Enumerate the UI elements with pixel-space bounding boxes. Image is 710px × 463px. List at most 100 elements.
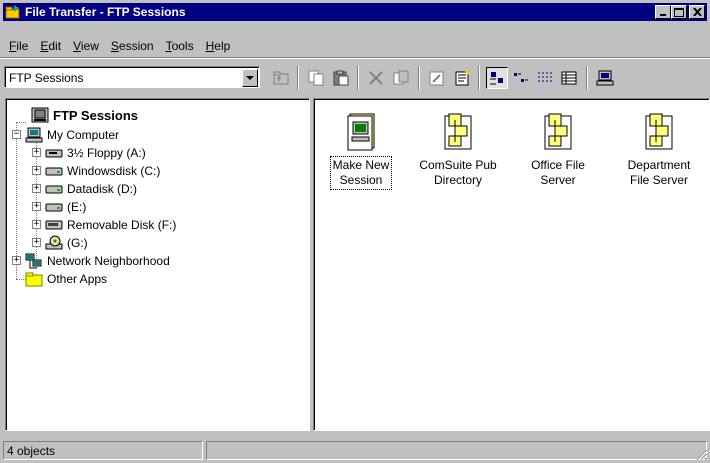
cd-drive-icon <box>45 235 63 251</box>
ftp-server-icon <box>541 112 575 152</box>
tree-label: (G:) <box>67 236 88 250</box>
title-bar[interactable]: File Transfer - FTP Sessions <box>3 3 707 21</box>
tree-item-drive-g[interactable]: (G:) <box>45 234 88 252</box>
tree-item-network[interactable]: Network Neighborhood <box>25 252 170 270</box>
menu-session[interactable]: Session <box>105 39 160 53</box>
properties-button[interactable] <box>426 67 448 89</box>
item-label: Make New Session <box>329 156 393 190</box>
menu-file[interactable]: File <box>3 39 34 53</box>
menu-help[interactable]: Help <box>200 39 237 53</box>
item-comsuite-pub-directory[interactable]: ComSuite Pub Directory <box>418 112 498 188</box>
expand-toggle[interactable]: + <box>32 238 41 247</box>
dropdown-arrow-icon[interactable] <box>242 69 258 87</box>
tree-label: Other Apps <box>47 272 108 286</box>
tree-label: (E:) <box>67 200 87 214</box>
copy-to-button[interactable] <box>390 67 412 89</box>
removable-disk-icon <box>45 217 63 233</box>
up-folder-icon <box>273 71 289 85</box>
small-icons-view-icon <box>514 73 528 82</box>
large-icons-button[interactable] <box>486 67 508 89</box>
copy-icon <box>308 70 324 86</box>
maximize-button[interactable] <box>671 5 687 19</box>
network-neighborhood-icon <box>25 253 43 269</box>
toolbar-separator <box>297 66 299 90</box>
hard-drive-icon <box>45 163 63 179</box>
list-view-button[interactable] <box>534 67 556 89</box>
item-make-new-session[interactable]: Make New Session <box>321 112 401 190</box>
copy-to-icon <box>393 70 409 85</box>
new-document-button[interactable] <box>451 67 473 89</box>
item-department-file-server[interactable]: Department File Server <box>619 112 699 188</box>
expand-toggle[interactable]: + <box>32 220 41 229</box>
tree-label: Removable Disk (F:) <box>67 218 177 232</box>
tree-item-drive-e[interactable]: (E:) <box>45 198 86 216</box>
tree-item-drive-d[interactable]: Datadisk (D:) <box>45 180 137 198</box>
toolbar-separator <box>357 66 359 90</box>
status-bar: 4 objects <box>0 440 710 463</box>
paste-icon <box>333 70 349 86</box>
my-computer-icon <box>25 127 43 143</box>
toolbar-separator <box>478 66 480 90</box>
tree-line <box>16 270 17 279</box>
location-combo[interactable]: FTP Sessions <box>4 66 260 88</box>
large-icons-view-icon <box>490 72 503 85</box>
window-title: File Transfer - FTP Sessions <box>25 5 186 19</box>
folder-icon <box>25 271 43 287</box>
expand-toggle[interactable]: + <box>32 166 41 175</box>
tree-line <box>16 122 26 123</box>
location-value: FTP Sessions <box>9 71 84 85</box>
toolbar-separator <box>586 66 588 90</box>
menu-bar: File Edit View Session Tools Help <box>3 36 236 55</box>
menu-edit[interactable]: Edit <box>34 39 67 53</box>
close-button[interactable] <box>689 5 705 19</box>
contents-pane[interactable]: Make NewSession ComSuite PubDirectory <box>313 98 710 431</box>
up-folder-button[interactable] <box>270 67 292 89</box>
expand-toggle[interactable]: + <box>32 148 41 157</box>
tree-item-drive-c[interactable]: Windowsdisk (C:) <box>45 162 160 180</box>
small-icons-button[interactable] <box>510 67 532 89</box>
status-panel <box>206 441 707 460</box>
tree-label: Datadisk (D:) <box>67 182 138 196</box>
delete-button[interactable] <box>365 67 387 89</box>
expand-toggle[interactable]: + <box>12 256 21 265</box>
tree-label: My Computer <box>47 128 120 142</box>
item-label: Department File Server <box>627 158 691 187</box>
details-view-button[interactable] <box>558 67 580 89</box>
connect-button[interactable] <box>594 67 616 89</box>
tree-line <box>16 122 17 270</box>
paste-button[interactable] <box>330 67 352 89</box>
hard-drive-icon <box>45 181 63 197</box>
properties-icon <box>429 71 444 86</box>
ftp-server-icon <box>642 112 676 152</box>
tree-item-my-computer[interactable]: My Computer <box>25 126 119 144</box>
menu-tools[interactable]: Tools <box>160 39 200 53</box>
collapse-toggle[interactable]: − <box>12 130 21 139</box>
item-office-file-server[interactable]: Office File Server <box>518 112 598 188</box>
minimize-button[interactable] <box>655 5 671 19</box>
computer-icon <box>596 70 614 86</box>
item-label: Office File Server <box>531 158 585 187</box>
resize-grip-icon[interactable] <box>696 449 708 461</box>
new-session-icon <box>344 112 378 152</box>
menu-view[interactable]: View <box>67 39 105 53</box>
folder-tree-pane[interactable]: FTP Sessions − My Computer + 3½ Floppy (… <box>5 98 310 431</box>
expand-toggle[interactable]: + <box>32 202 41 211</box>
expand-toggle[interactable]: + <box>32 184 41 193</box>
item-label: ComSuite Pub Directory <box>419 158 497 187</box>
tree-label: Network Neighborhood <box>47 254 170 268</box>
menu-separator <box>0 57 710 59</box>
tree-label: FTP Sessions <box>53 107 139 123</box>
ftp-sessions-icon <box>31 107 49 123</box>
tree-item-drive-f[interactable]: Removable Disk (F:) <box>45 216 176 234</box>
toolbar: FTP Sessions <box>0 60 710 96</box>
cut-copy-button[interactable] <box>305 67 327 89</box>
hard-drive-icon <box>45 199 63 215</box>
floppy-drive-icon <box>45 145 63 161</box>
toolbar-separator <box>418 66 420 90</box>
delete-icon <box>369 71 383 85</box>
tree-item-floppy[interactable]: 3½ Floppy (A:) <box>45 144 146 162</box>
tree-item-other-apps[interactable]: Other Apps <box>25 270 107 288</box>
list-view-icon <box>538 72 552 82</box>
tree-item-ftp-sessions[interactable]: FTP Sessions <box>31 106 138 124</box>
ftp-server-icon <box>441 112 475 152</box>
